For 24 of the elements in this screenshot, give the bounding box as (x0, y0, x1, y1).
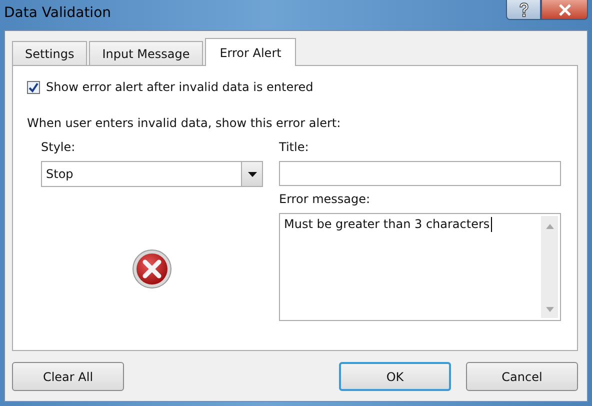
dropdown-button[interactable] (241, 162, 262, 186)
error-message-field[interactable]: Must be greater than 3 characters (279, 213, 561, 321)
title-field[interactable] (279, 161, 561, 186)
checkbox-label[interactable]: Show error alert after invalid data is entered (46, 80, 314, 94)
tab[interactable]: Settings (12, 41, 88, 65)
checkbox[interactable] (27, 80, 40, 94)
instruction-text: When user enters invalid data, show this error alert: (27, 116, 342, 130)
title-label: Title: (279, 140, 310, 156)
error-message-label: Error message: (279, 192, 372, 208)
tab[interactable]: Error Alert (204, 38, 296, 66)
caret-icon (248, 172, 256, 176)
stop-icon (132, 249, 172, 289)
help-icon (516, 2, 530, 18)
close-icon (558, 4, 572, 16)
text-cursor (490, 217, 492, 232)
window-title: Data Validation (3, 4, 112, 21)
close-button[interactable] (541, 0, 588, 20)
dialog-button[interactable]: Clear All (12, 362, 124, 391)
help-button[interactable] (506, 0, 541, 20)
dialog-button[interactable]: Cancel (466, 362, 578, 391)
style-label: Style: (41, 140, 76, 156)
tab[interactable]: Input Message (89, 41, 203, 65)
dialog-button[interactable]: OK (339, 362, 451, 391)
style-dropdown[interactable]: Stop (41, 161, 263, 187)
